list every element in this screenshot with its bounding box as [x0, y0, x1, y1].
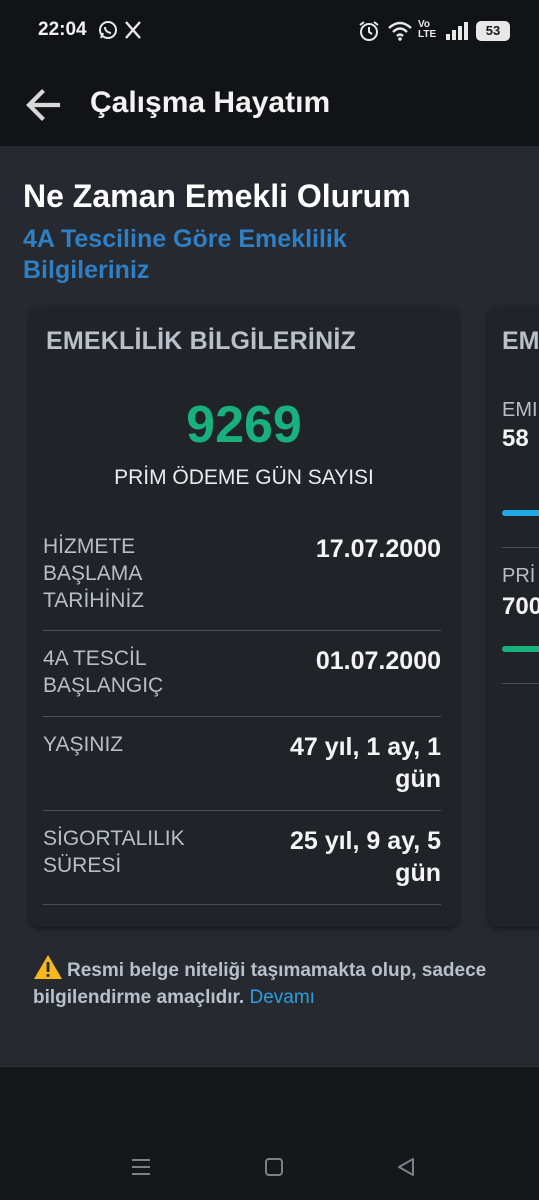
- wifi-icon: [388, 21, 412, 41]
- row-value: 47 yıl, 1 ay, 1 gün: [289, 733, 441, 793]
- info-row-insurance-duration: SİGORTALILIK SÜRESİ 25 yıl, 9 ay, 5 gün: [43, 825, 441, 905]
- alarm-icon: [359, 21, 379, 41]
- status-time: 22:04: [38, 19, 87, 40]
- prim-days-label: PRİM ÖDEME GÜN SAYISI: [114, 466, 374, 489]
- next-card-title: EM: [502, 327, 539, 355]
- row-label: YAŞINIZ: [43, 733, 124, 756]
- home-square-icon[interactable]: [264, 1157, 284, 1177]
- row-label: 4A TESCİL BAŞLANGIÇ: [43, 647, 164, 697]
- progress-bar-blue: [502, 510, 539, 516]
- battery-level: 53: [485, 23, 501, 38]
- retirement-info-card[interactable]: EMEKLİLİK BİLGİLERİNİZ 9269 PRİM ÖDEME G…: [30, 307, 458, 927]
- page-heading: Ne Zaman Emekli Olurum: [23, 178, 411, 214]
- info-row-4a-start: 4A TESCİL BAŞLANGIÇ 01.07.2000: [43, 645, 441, 717]
- card-title: EMEKLİLİK BİLGİLERİNİZ: [46, 327, 356, 355]
- status-bar: 22:04 Vo LTE 53: [0, 0, 539, 62]
- app-title: Çalışma Hayatım: [90, 86, 331, 119]
- warning-icon: [34, 955, 62, 979]
- next-card-value-1: 58: [502, 425, 529, 452]
- page-subheading: 4A Tesciline Göre Emeklilik Bilgileriniz: [23, 225, 347, 284]
- row-label: HİZMETE BAŞLAMA TARİHİNİZ: [43, 535, 145, 612]
- disclaimer-notice: Resmi belge niteliği taşımamakta olup, s…: [33, 954, 503, 1011]
- menu-icon[interactable]: [130, 1157, 152, 1177]
- x-icon: [125, 21, 141, 39]
- bottom-area: [0, 1066, 539, 1200]
- row-value: 17.07.2000: [315, 535, 441, 563]
- battery-icon: 53: [476, 21, 510, 41]
- next-card[interactable]: EM EMI 58 PRİ 700: [488, 307, 539, 927]
- more-link[interactable]: Devamı: [249, 987, 314, 1008]
- next-card-label-1: EMI: [502, 399, 538, 421]
- app-bar: Çalışma Hayatım: [0, 62, 539, 146]
- info-row-service-start: HİZMETE BAŞLAMA TARİHİNİZ 17.07.2000: [43, 533, 441, 631]
- divider: [502, 547, 539, 548]
- whatsapp-icon: [99, 21, 117, 39]
- row-label: SİGORTALILIK SÜRESİ: [43, 827, 185, 877]
- volte-icon: Vo LTE: [418, 19, 437, 40]
- prim-days-value: 9269: [186, 396, 302, 454]
- signal-icon: [446, 22, 468, 40]
- info-row-age: YAŞINIZ 47 yıl, 1 ay, 1 gün: [43, 731, 441, 811]
- row-value: 01.07.2000: [315, 647, 441, 675]
- next-card-value-2: 700: [502, 593, 539, 620]
- progress-bar-green: [502, 646, 539, 652]
- back-triangle-icon[interactable]: [396, 1157, 416, 1177]
- next-card-label-2: PRİ: [502, 565, 536, 587]
- main-content: Ne Zaman Emekli Olurum 4A Tesciline Göre…: [0, 146, 539, 1066]
- divider: [502, 683, 539, 684]
- row-value: 25 yıl, 9 ay, 5 gün: [289, 827, 441, 887]
- arrow-left-icon[interactable]: [22, 84, 64, 126]
